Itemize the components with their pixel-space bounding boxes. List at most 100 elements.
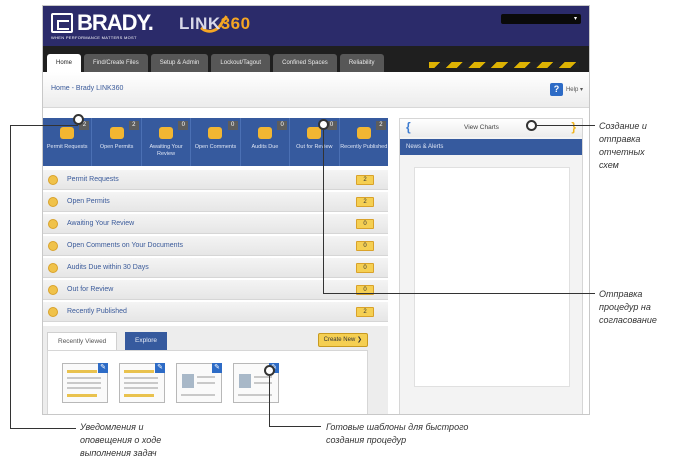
tile-label: Audits Due bbox=[251, 144, 279, 150]
thumb-text-line bbox=[181, 394, 215, 396]
list-item-open-permits[interactable]: Open Permits 2 bbox=[43, 192, 388, 212]
link360-app-window: BRADY. WHEN PERFORMANCE MATTERS MOST LIN… bbox=[42, 5, 590, 415]
edit-pencil-icon[interactable]: ✎ bbox=[212, 363, 222, 373]
tab-recently-viewed[interactable]: Recently Viewed bbox=[47, 332, 118, 350]
list-item-count: 2 bbox=[356, 175, 374, 185]
tile-audits-due[interactable]: 0 Audits Due bbox=[241, 118, 291, 166]
list-item-awaiting-review[interactable]: Awaiting Your Review 0 bbox=[43, 214, 388, 234]
tile-count-badge: 2 bbox=[375, 121, 386, 130]
thumb-text-line bbox=[238, 394, 272, 396]
list-item-open-comments[interactable]: Open Comments on Your Documents 0 bbox=[43, 236, 388, 256]
dashboard-tiles: 2 Permit Requests 2 Open Permits 0 Await… bbox=[43, 118, 388, 166]
list-item-audits-due[interactable]: Audits Due within 30 Days 0 bbox=[43, 258, 388, 278]
tab-confined-spaces[interactable]: Confined Spaces bbox=[273, 54, 337, 72]
thumb-text-line bbox=[67, 382, 101, 384]
callout-line bbox=[10, 125, 78, 126]
brady-logo[interactable]: BRADY. WHEN PERFORMANCE MATTERS MOST bbox=[51, 10, 157, 42]
tile-recently-published[interactable]: 2 Recently Published bbox=[340, 118, 388, 166]
edit-pencil-icon[interactable]: ✎ bbox=[98, 363, 108, 373]
list-item-label[interactable]: Audits Due within 30 Days bbox=[67, 264, 149, 271]
hazard-stripe-decoration bbox=[429, 62, 579, 68]
news-alerts-content bbox=[414, 167, 570, 387]
template-thumbnail[interactable]: ✎ bbox=[62, 363, 108, 403]
recently-viewed-section: Recently Viewed Explore Create New ❯ ✎ ✎ bbox=[43, 326, 388, 414]
create-new-button[interactable]: Create New ❯ bbox=[317, 333, 368, 347]
tile-label: Out for Review bbox=[296, 144, 333, 150]
tab-lockout-tagout[interactable]: Lockout/Tagout bbox=[211, 54, 271, 72]
callout-marker bbox=[264, 365, 275, 376]
callout-reports: Создание и отправка отчетных схем bbox=[599, 121, 647, 170]
brady-tagline: WHEN PERFORMANCE MATTERS MOST bbox=[51, 35, 137, 40]
status-circle-icon bbox=[48, 241, 58, 251]
thumb-text-line bbox=[124, 382, 158, 384]
tab-explore[interactable]: Explore bbox=[125, 332, 168, 350]
tab-reliability[interactable]: Reliability bbox=[339, 54, 384, 72]
status-circle-icon bbox=[48, 219, 58, 229]
tile-out-for-review[interactable]: 0 Out for Review bbox=[290, 118, 340, 166]
list-item-permit-requests[interactable]: Permit Requests 2 bbox=[43, 170, 388, 190]
thumb-text-line bbox=[124, 387, 158, 389]
user-menu-dropdown[interactable]: ▾ bbox=[501, 14, 581, 24]
tab-find-create-files[interactable]: Find/Create Files bbox=[84, 54, 148, 72]
view-charts-link[interactable]: View Charts bbox=[464, 124, 499, 131]
status-circle-icon bbox=[48, 175, 58, 185]
tile-label: Open Comments bbox=[194, 144, 237, 150]
tile-label: Open Permits bbox=[99, 144, 134, 150]
breadcrumb-bar: Home - Brady LINK360 ? Help ▾ bbox=[43, 72, 589, 108]
status-circle-icon bbox=[48, 263, 58, 273]
list-item-recently-published[interactable]: Recently Published 2 bbox=[43, 302, 388, 322]
thumb-text-line bbox=[124, 377, 158, 379]
list-item-label[interactable]: Awaiting Your Review bbox=[67, 220, 134, 227]
callout-alerts: Уведомления и оповещения о ходе выполнен… bbox=[80, 422, 162, 458]
list-item-count: 2 bbox=[356, 197, 374, 207]
status-circle-icon bbox=[48, 285, 58, 295]
breadcrumb[interactable]: Home - Brady LINK360 bbox=[51, 85, 123, 92]
tab-setup-admin[interactable]: Setup & Admin bbox=[150, 54, 209, 72]
thumb-header-bar bbox=[124, 370, 154, 373]
tab-home[interactable]: Home bbox=[47, 54, 82, 72]
bracket-right-icon: } bbox=[571, 120, 576, 134]
tile-label: Recently Published bbox=[340, 144, 388, 150]
bracket-left-icon: { bbox=[406, 120, 411, 134]
tile-count-badge: 0 bbox=[227, 121, 238, 130]
status-circle-icon bbox=[48, 307, 58, 317]
people-icon bbox=[60, 127, 75, 139]
list-item-label[interactable]: Open Permits bbox=[67, 198, 110, 205]
callout-line bbox=[537, 125, 595, 126]
list-item-label[interactable]: Out for Review bbox=[67, 286, 113, 293]
main-nav-tabs: Home Find/Create Files Setup & Admin Loc… bbox=[47, 54, 384, 72]
edit-pencil-icon[interactable]: ✎ bbox=[155, 363, 165, 373]
tile-count-badge: 2 bbox=[128, 121, 139, 130]
link360-suffix: 360 bbox=[220, 14, 251, 33]
chevron-down-icon: ▾ bbox=[573, 16, 577, 22]
list-item-label[interactable]: Open Comments on Your Documents bbox=[67, 242, 183, 249]
callout-line bbox=[269, 426, 321, 427]
callout-line bbox=[10, 428, 76, 429]
link360-prefix: LINK bbox=[179, 14, 221, 33]
tile-label: Permit Requests bbox=[46, 144, 88, 150]
callout-marker bbox=[73, 114, 84, 125]
publish-icon bbox=[356, 127, 371, 139]
template-thumbnail[interactable]: ✎ bbox=[176, 363, 222, 403]
callout-marker bbox=[526, 120, 537, 131]
thumb-photo bbox=[182, 374, 194, 388]
help-icon[interactable]: ? bbox=[550, 83, 563, 96]
list-item-label[interactable]: Recently Published bbox=[67, 308, 127, 315]
thumb-text-line bbox=[197, 376, 215, 378]
charts-header: { View Charts } bbox=[400, 119, 582, 137]
list-item-count: 2 bbox=[356, 307, 374, 317]
news-alerts-header[interactable]: News & Alerts bbox=[400, 139, 582, 155]
thumb-text-line bbox=[67, 377, 101, 379]
thumb-footer-bar bbox=[67, 394, 97, 397]
status-circle-icon bbox=[48, 197, 58, 207]
tile-count-badge: 0 bbox=[277, 121, 288, 130]
list-item-label[interactable]: Permit Requests bbox=[67, 176, 119, 183]
tile-open-permits[interactable]: 2 Open Permits bbox=[92, 118, 142, 166]
callout-marker bbox=[318, 119, 329, 130]
comment-icon bbox=[208, 127, 223, 139]
tile-open-comments[interactable]: 0 Open Comments bbox=[191, 118, 241, 166]
template-thumbnail[interactable]: ✎ bbox=[119, 363, 165, 403]
help-menu[interactable]: Help ▾ bbox=[566, 86, 583, 93]
tile-awaiting-review[interactable]: 0 Awaiting Your Review bbox=[142, 118, 192, 166]
list-item-out-for-review[interactable]: Out for Review 0 bbox=[43, 280, 388, 300]
